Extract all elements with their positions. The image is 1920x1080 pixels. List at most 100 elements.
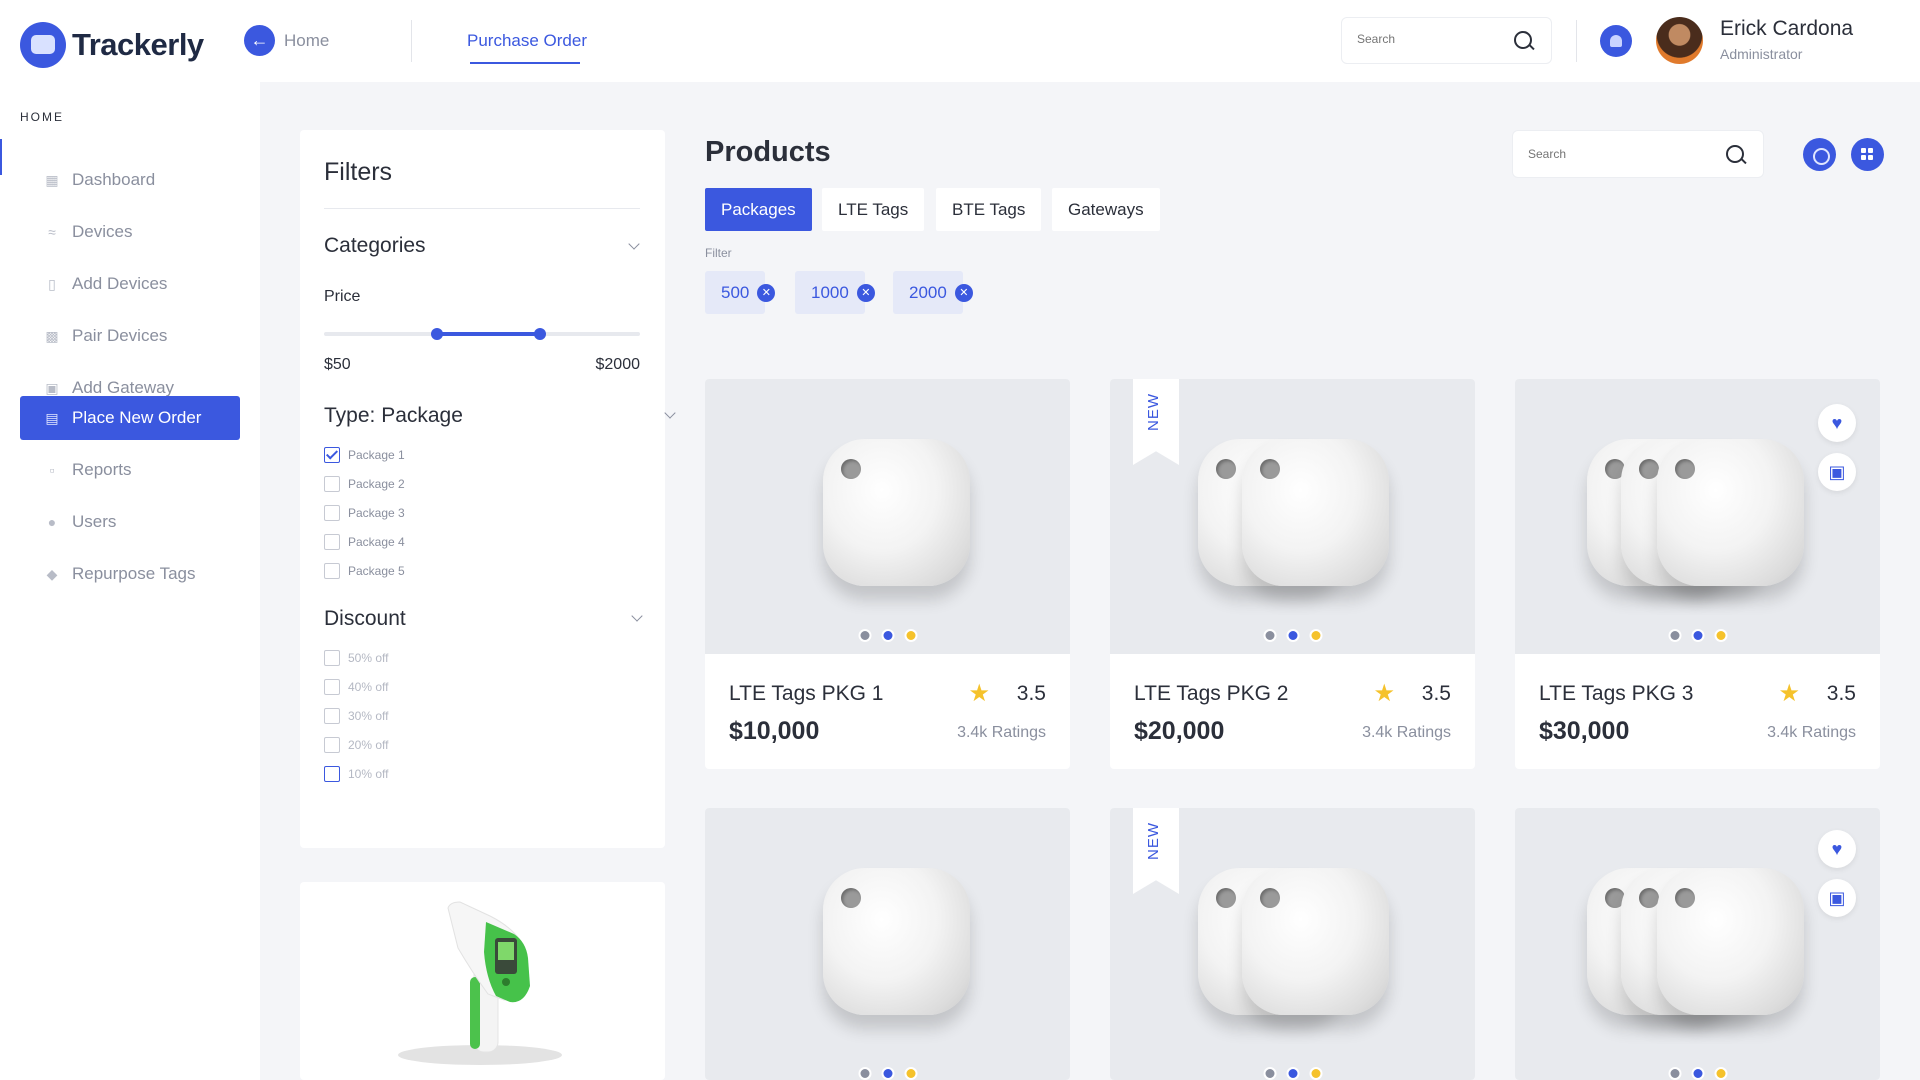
user-name[interactable]: Erick Cardona (1720, 17, 1853, 41)
checkbox[interactable] (324, 447, 340, 463)
checkbox[interactable] (324, 708, 340, 724)
checkbox[interactable] (324, 534, 340, 550)
type-toggle[interactable]: Type: Package (324, 404, 463, 428)
discount-toggle[interactable]: Discount (324, 607, 406, 631)
heart-icon[interactable]: ♥ (1818, 404, 1856, 442)
chevron-down-icon[interactable] (664, 407, 676, 419)
product-card[interactable]: NEW LTE Tags PKG 2 $20,000 ★ 3.5 3.4k Ra… (1110, 379, 1475, 769)
tab-gateways[interactable]: Gateways (1052, 188, 1160, 231)
color-swatch[interactable] (904, 1067, 917, 1080)
package-option[interactable]: Package 3 (324, 505, 405, 521)
checkbox[interactable] (324, 679, 340, 695)
filter-chip[interactable]: 500 ✕ (705, 271, 776, 314)
color-swatch[interactable] (1714, 629, 1727, 642)
color-swatch[interactable] (1714, 1067, 1727, 1080)
color-swatch[interactable] (858, 629, 871, 642)
search-icon[interactable] (1514, 31, 1534, 51)
app-logo[interactable]: Trackerly (20, 22, 204, 68)
discount-option[interactable]: 10% off (324, 766, 388, 782)
package-option[interactable]: Package 2 (324, 476, 405, 492)
home-link[interactable]: Home (284, 31, 329, 51)
product-card[interactable] (705, 808, 1070, 1080)
checkbox[interactable] (324, 563, 340, 579)
color-swatch[interactable] (1309, 1067, 1322, 1080)
package-option[interactable]: Package 1 (324, 447, 405, 463)
color-swatch[interactable] (1286, 629, 1299, 642)
back-arrow-icon[interactable]: ← (244, 25, 275, 56)
product-image[interactable]: ♥ ▣ (1515, 379, 1880, 654)
list-view-icon[interactable] (1803, 138, 1836, 171)
sidebar-item-reports[interactable]: ▫ Reports (20, 448, 240, 492)
grid-view-icon[interactable] (1851, 138, 1884, 171)
checkbox[interactable] (324, 650, 340, 666)
color-swatch[interactable] (1691, 629, 1704, 642)
price-max-handle[interactable] (534, 328, 546, 340)
tab-lte-tags[interactable]: LTE Tags (822, 188, 925, 231)
price-min-handle[interactable] (431, 328, 443, 340)
checkbox[interactable] (324, 766, 340, 782)
close-icon[interactable]: ✕ (757, 284, 776, 302)
cart-icon[interactable]: ▣ (1818, 879, 1856, 917)
checkbox[interactable] (324, 737, 340, 753)
color-swatch[interactable] (1263, 629, 1276, 642)
product-image[interactable] (705, 379, 1070, 654)
sidebar-item-pair-devices[interactable]: ▩ Pair Devices (20, 314, 240, 358)
discount-option[interactable]: 20% off (324, 737, 388, 753)
product-image[interactable]: ♥ ▣ (1515, 808, 1880, 1080)
close-icon[interactable]: ✕ (856, 284, 875, 302)
close-icon[interactable]: ✕ (954, 284, 973, 302)
discount-option[interactable]: 30% off (324, 708, 388, 724)
product-name[interactable]: LTE Tags PKG 3 (1539, 682, 1693, 706)
color-swatch[interactable] (1286, 1067, 1299, 1080)
color-swatch[interactable] (1309, 629, 1322, 642)
sidebar-item-devices[interactable]: ≈ Devices (20, 210, 240, 254)
header-search-input[interactable] (1357, 32, 1507, 46)
color-swatch[interactable] (1691, 1067, 1704, 1080)
color-swatch[interactable] (858, 1067, 871, 1080)
product-search-input[interactable] (1528, 147, 1708, 161)
product-image[interactable] (705, 808, 1070, 1080)
package-option[interactable]: Package 5 (324, 563, 405, 579)
product-card[interactable]: ♥ ▣ (1515, 808, 1880, 1080)
chevron-down-icon[interactable] (628, 238, 640, 250)
chevron-down-icon[interactable] (631, 610, 643, 622)
checkbox[interactable] (324, 476, 340, 492)
cart-icon[interactable]: ▣ (1818, 453, 1856, 491)
product-card[interactable]: ♥ ▣ LTE Tags PKG 3 $30,000 ★ 3.5 3.4k Ra… (1515, 379, 1880, 769)
promo-card[interactable] (300, 882, 665, 1080)
color-swatch[interactable] (881, 1067, 894, 1080)
tab-packages[interactable]: Packages (705, 188, 812, 231)
filter-chip[interactable]: 1000 ✕ (795, 271, 875, 314)
sidebar-item-add-devices[interactable]: ▯ Add Devices (20, 262, 240, 306)
color-swatch[interactable] (1668, 1067, 1681, 1080)
product-name[interactable]: LTE Tags PKG 2 (1134, 682, 1288, 706)
avatar[interactable] (1656, 17, 1703, 64)
color-swatch[interactable] (904, 629, 917, 642)
discount-option[interactable]: 40% off (324, 679, 388, 695)
color-swatch[interactable] (1668, 629, 1681, 642)
search-icon[interactable] (1726, 145, 1746, 165)
color-swatch[interactable] (1263, 1067, 1276, 1080)
product-image[interactable]: NEW (1110, 808, 1475, 1080)
filter-chip[interactable]: 2000 ✕ (893, 271, 973, 314)
tab-bte-tags[interactable]: BTE Tags (936, 188, 1042, 231)
sidebar-item-dashboard[interactable]: ▦ Dashboard (20, 158, 240, 202)
checkbox[interactable] (324, 505, 340, 521)
color-swatch[interactable] (881, 629, 894, 642)
sidebar-item-users[interactable]: ● Users (20, 500, 240, 544)
product-card[interactable]: NEW (1110, 808, 1475, 1080)
product-name[interactable]: LTE Tags PKG 1 (729, 682, 883, 706)
tab-purchase-order[interactable]: Purchase Order (467, 31, 587, 51)
categories-toggle[interactable]: Categories (324, 234, 426, 258)
package-option[interactable]: Package 4 (324, 534, 405, 550)
sidebar-item-repurpose-tags[interactable]: ◆ Repurpose Tags (20, 552, 240, 596)
product-search-box[interactable] (1512, 130, 1764, 178)
header-search-box[interactable] (1341, 17, 1552, 64)
router-icon: ▣ (45, 380, 59, 396)
sidebar-item-place-new-order[interactable]: ▤ Place New Order (20, 396, 240, 440)
discount-option[interactable]: 50% off (324, 650, 388, 666)
notification-bell-icon[interactable] (1600, 25, 1632, 57)
product-image[interactable]: NEW (1110, 379, 1475, 654)
product-card[interactable]: LTE Tags PKG 1 $10,000 ★ 3.5 3.4k Rating… (705, 379, 1070, 769)
heart-icon[interactable]: ♥ (1818, 830, 1856, 868)
